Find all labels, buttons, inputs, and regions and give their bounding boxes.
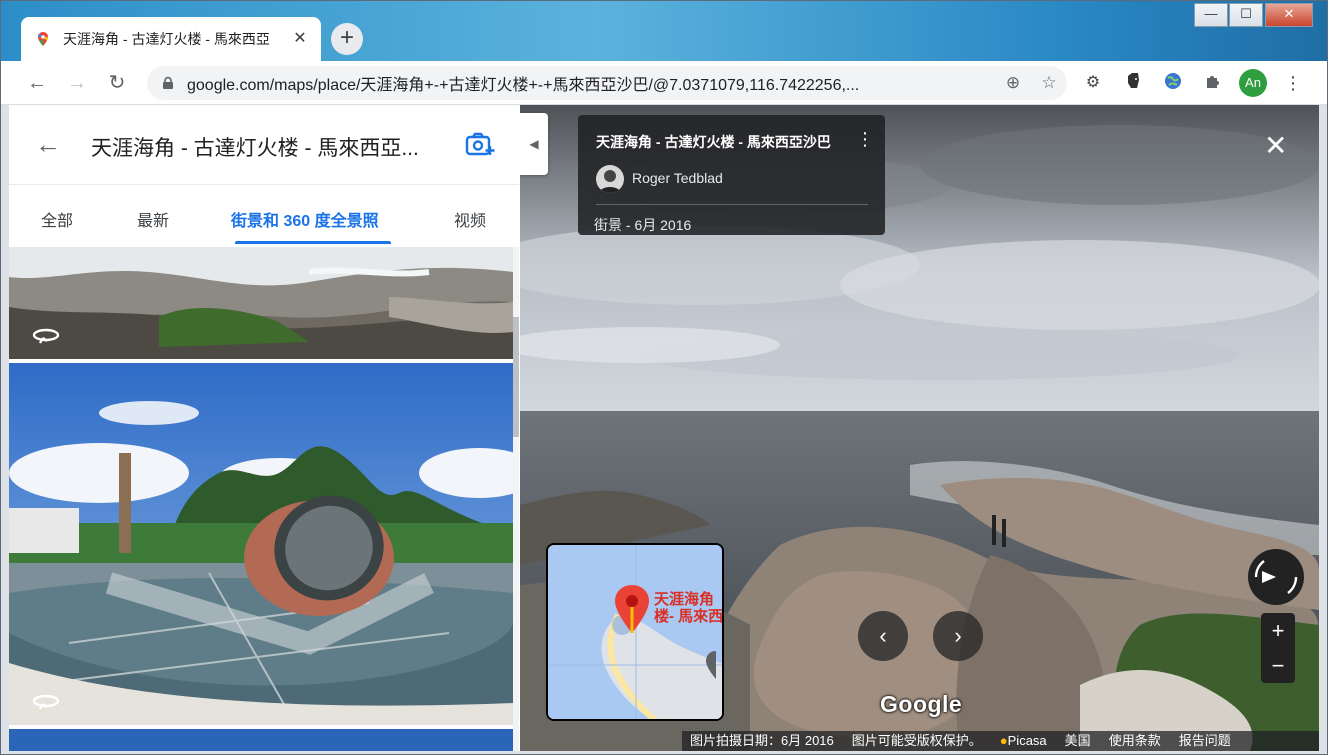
close-viewer-icon[interactable]: ✕ xyxy=(1264,129,1287,162)
zoom-out-button[interactable]: − xyxy=(1261,648,1295,683)
minimize-button[interactable]: — xyxy=(1194,3,1228,27)
tab-title: 天涯海角 - 古達灯火楼 - 馬來西亞 xyxy=(63,31,270,47)
collapse-panel-button[interactable]: ◀ xyxy=(520,113,548,175)
photo-info-card: 天涯海角 - 古達灯火楼 - 馬來西亞沙巴 ⋮ Roger Tedblad 街景… xyxy=(578,115,885,235)
back-arrow-icon[interactable]: ← xyxy=(22,68,52,98)
next-photo-button[interactable]: › xyxy=(933,611,983,661)
tab-videos[interactable]: 视频 xyxy=(454,207,486,231)
imagery-footer: 图片拍摄日期：6月 2016 图片可能受版权保护。 ●Picasa 美国 使用条… xyxy=(682,731,1319,751)
url-text[interactable]: google.com/maps/place/天涯海角+-+古達灯火楼+-+馬來西… xyxy=(187,71,995,95)
zoom-in-button[interactable]: + xyxy=(1261,613,1295,648)
forward-arrow-icon[interactable]: → xyxy=(62,68,92,98)
lock-icon xyxy=(163,76,173,89)
scrollbar-thumb[interactable] xyxy=(513,317,519,437)
panorama-360-icon xyxy=(32,328,60,344)
picasa-icon: ● xyxy=(999,733,1008,748)
add-photo-camera-icon[interactable] xyxy=(465,131,495,157)
evernote-extension-icon[interactable] xyxy=(1121,71,1145,95)
footer-source[interactable]: ●Picasa xyxy=(1000,731,1047,751)
compass-icon[interactable] xyxy=(1248,549,1304,605)
active-tab-indicator xyxy=(235,241,391,244)
tab-all[interactable]: 全部 xyxy=(41,207,73,231)
google-maps-icon xyxy=(38,32,48,46)
author-avatar[interactable] xyxy=(596,165,624,193)
extension-gear-icon[interactable]: ⚙ xyxy=(1081,71,1105,95)
more-options-icon[interactable]: ⋮ xyxy=(856,129,874,150)
add-location-icon[interactable]: ⊕ xyxy=(995,73,1031,93)
tab-strip: 天涯海角 - 古達灯火楼 - 馬來西亞 ✕ + — ☐ ✕ xyxy=(1,1,1327,61)
mini-map-label-line: 天涯海角 xyxy=(654,591,715,608)
panorama-thumbnail[interactable] xyxy=(9,363,513,725)
browser-toolbar: ← → ↻ google.com/maps/place/天涯海角+-+古達灯火楼… xyxy=(1,61,1327,105)
footer-capture-date: 图片拍摄日期：6月 2016 xyxy=(690,733,834,748)
photo-tabs: 全部 最新 街景和 360 度全景照 视频 xyxy=(9,185,519,247)
footer-copyright: 图片可能受版权保护。 xyxy=(851,733,982,748)
footer-report-link[interactable]: 报告问题 xyxy=(1179,731,1231,751)
menu-dots-icon[interactable]: ⋮ xyxy=(1281,71,1305,95)
address-bar[interactable]: google.com/maps/place/天涯海角+-+古達灯火楼+-+馬來西… xyxy=(147,66,1067,100)
mini-map-label: 天涯海角 楼- 馬來西 xyxy=(654,591,724,625)
mini-map-label-line: 楼- 馬來西 xyxy=(654,608,724,625)
window-close-button[interactable]: ✕ xyxy=(1265,3,1313,27)
mini-map-graphic xyxy=(548,545,722,719)
tab-close-icon[interactable]: ✕ xyxy=(291,30,309,48)
zoom-controls: + − xyxy=(1261,613,1295,683)
reload-icon[interactable]: ↻ xyxy=(102,68,132,98)
author-name[interactable]: Roger Tedblad xyxy=(632,170,723,186)
panorama-360-icon xyxy=(32,694,60,710)
previous-photo-button[interactable]: ‹ xyxy=(858,611,908,661)
divider xyxy=(596,204,868,205)
street-view-panorama[interactable]: ◀ 天涯海角 - 古達灯火楼 - 馬來西亞沙巴 ⋮ Roger Tedblad … xyxy=(520,105,1319,751)
panorama-thumbnail[interactable] xyxy=(9,729,513,751)
panel-title: 天涯海角 - 古達灯火楼 - 馬來西亞... xyxy=(91,137,419,160)
bookmark-star-icon[interactable]: ☆ xyxy=(1031,73,1067,93)
browser-tab[interactable]: 天涯海角 - 古達灯火楼 - 馬來西亞 ✕ xyxy=(21,17,321,61)
page-content: ← 天涯海角 - 古達灯火楼 - 馬來西亞... 全部 最新 街景和 360 度… xyxy=(9,105,1319,751)
panel-scrollbar[interactable] xyxy=(513,247,519,751)
browser-window: 天涯海角 - 古達灯火楼 - 馬來西亞 ✕ + — ☐ ✕ ← → ↻ goog… xyxy=(0,0,1328,755)
tab-latest[interactable]: 最新 xyxy=(137,207,169,231)
panorama-thumbnail[interactable] xyxy=(9,247,513,359)
place-title[interactable]: 天涯海角 - 古達灯火楼 - 馬來西亞沙巴 xyxy=(596,132,831,152)
new-tab-button[interactable]: + xyxy=(331,23,363,55)
footer-country[interactable]: 美国 xyxy=(1065,731,1091,751)
back-arrow-icon[interactable]: ← xyxy=(35,129,61,160)
extensions-puzzle-icon[interactable] xyxy=(1201,71,1225,95)
footer-source-label: Picasa xyxy=(1007,733,1047,748)
globe-extension-icon[interactable] xyxy=(1161,71,1185,95)
maximize-button[interactable]: ☐ xyxy=(1229,3,1263,27)
mini-map[interactable]: 天涯海角 楼- 馬來西 xyxy=(546,543,724,721)
photos-side-panel: ← 天涯海角 - 古達灯火楼 - 馬來西亞... 全部 最新 街景和 360 度… xyxy=(9,105,519,751)
capture-date: 街景 - 6月 2016 xyxy=(594,217,692,233)
profile-avatar[interactable]: An xyxy=(1239,69,1267,97)
tab-street-view-360[interactable]: 街景和 360 度全景照 xyxy=(231,207,379,231)
footer-terms-link[interactable]: 使用条款 xyxy=(1109,731,1161,751)
panel-header: ← 天涯海角 - 古達灯火楼 - 馬來西亞... xyxy=(9,105,519,185)
google-logo: Google xyxy=(880,691,963,717)
